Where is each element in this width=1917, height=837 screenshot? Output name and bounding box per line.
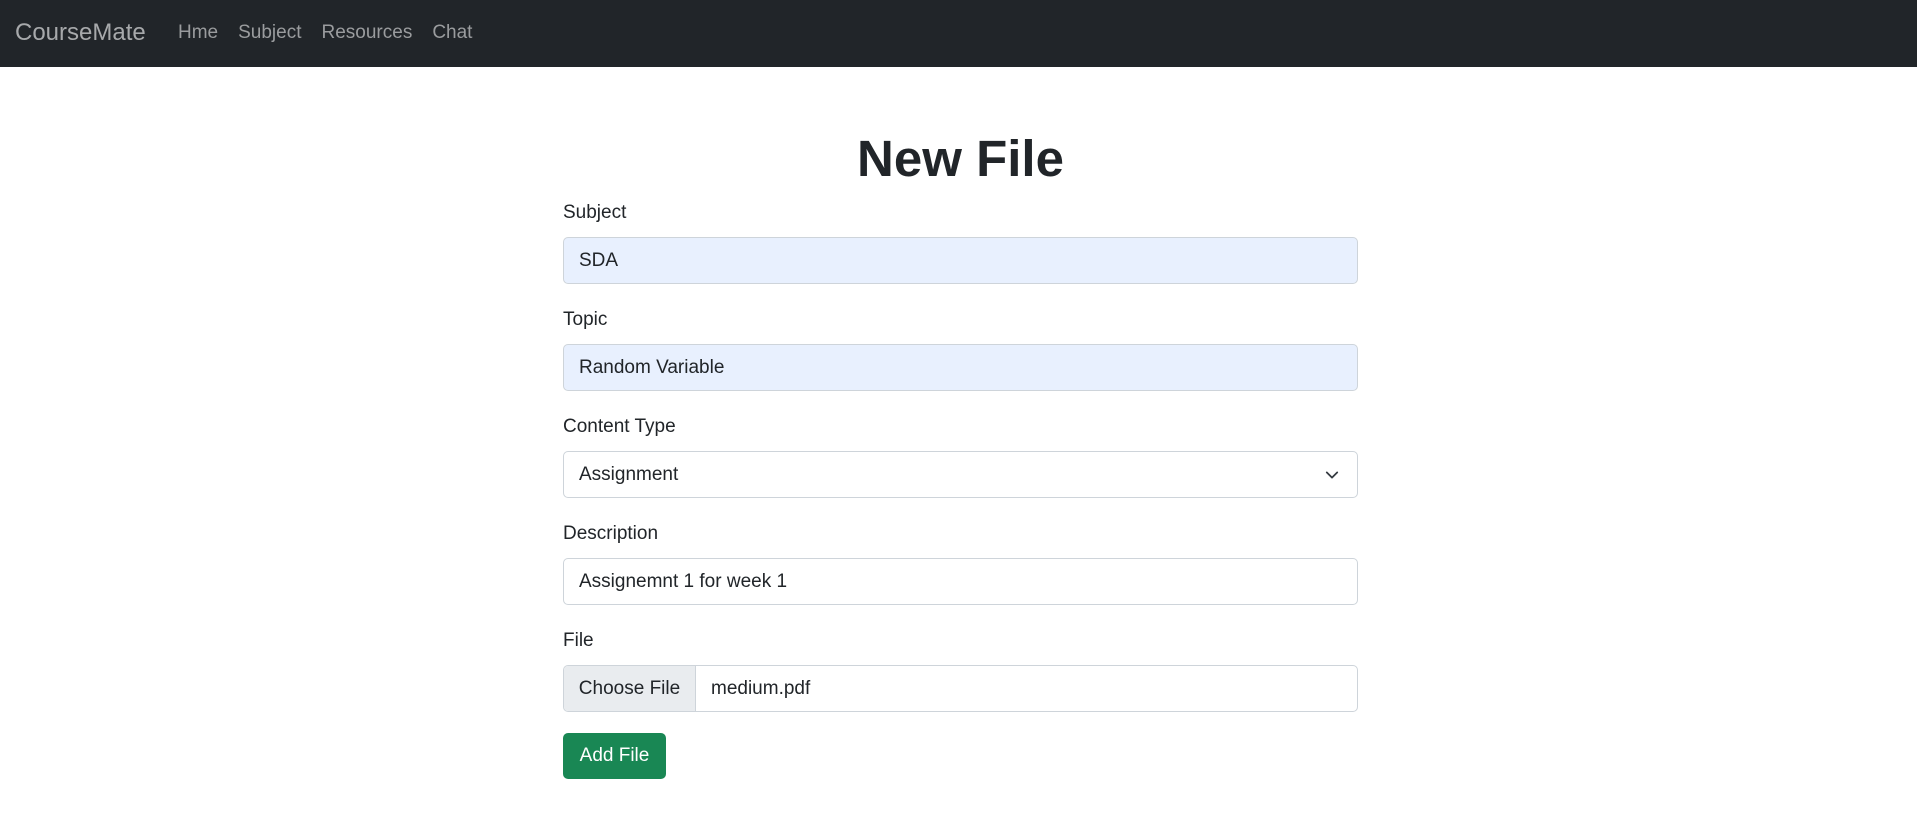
description-input-value: Assignemnt 1 for week 1 [579,570,788,592]
add-file-button[interactable]: Add File [563,733,666,779]
nav-link-home[interactable]: Hme [178,20,218,46]
brand-link[interactable]: CourseMate [15,18,146,48]
subject-input[interactable]: SDA [563,237,1358,284]
topic-input-value: Random Variable [579,356,725,378]
topic-input[interactable]: Random Variable [563,344,1358,391]
nav-link-resources[interactable]: Resources [322,20,413,46]
content-type-label: Content Type [563,416,676,437]
file-label: File [563,630,594,651]
chevron-down-icon [1325,471,1339,479]
topic-label: Topic [563,309,608,330]
description-label: Description [563,523,659,544]
subject-label: Subject [563,202,627,223]
nav-link-subject[interactable]: Subject [238,20,301,46]
page-title: New File [857,130,1064,187]
nav-link-chat[interactable]: Chat [432,20,472,46]
content-type-selected-value: Assignment [579,463,679,485]
navbar: CourseMate Hme Subject Resources Chat [0,0,1917,67]
content-type-select[interactable]: Assignment [563,451,1358,498]
file-input[interactable]: Choose File medium.pdf [563,665,1358,712]
nav-links: Hme Subject Resources Chat [178,20,492,46]
selected-file-name: medium.pdf [711,677,811,699]
description-input[interactable]: Assignemnt 1 for week 1 [563,558,1358,605]
choose-file-button[interactable]: Choose File [564,666,696,711]
subject-input-value: SDA [579,249,619,271]
